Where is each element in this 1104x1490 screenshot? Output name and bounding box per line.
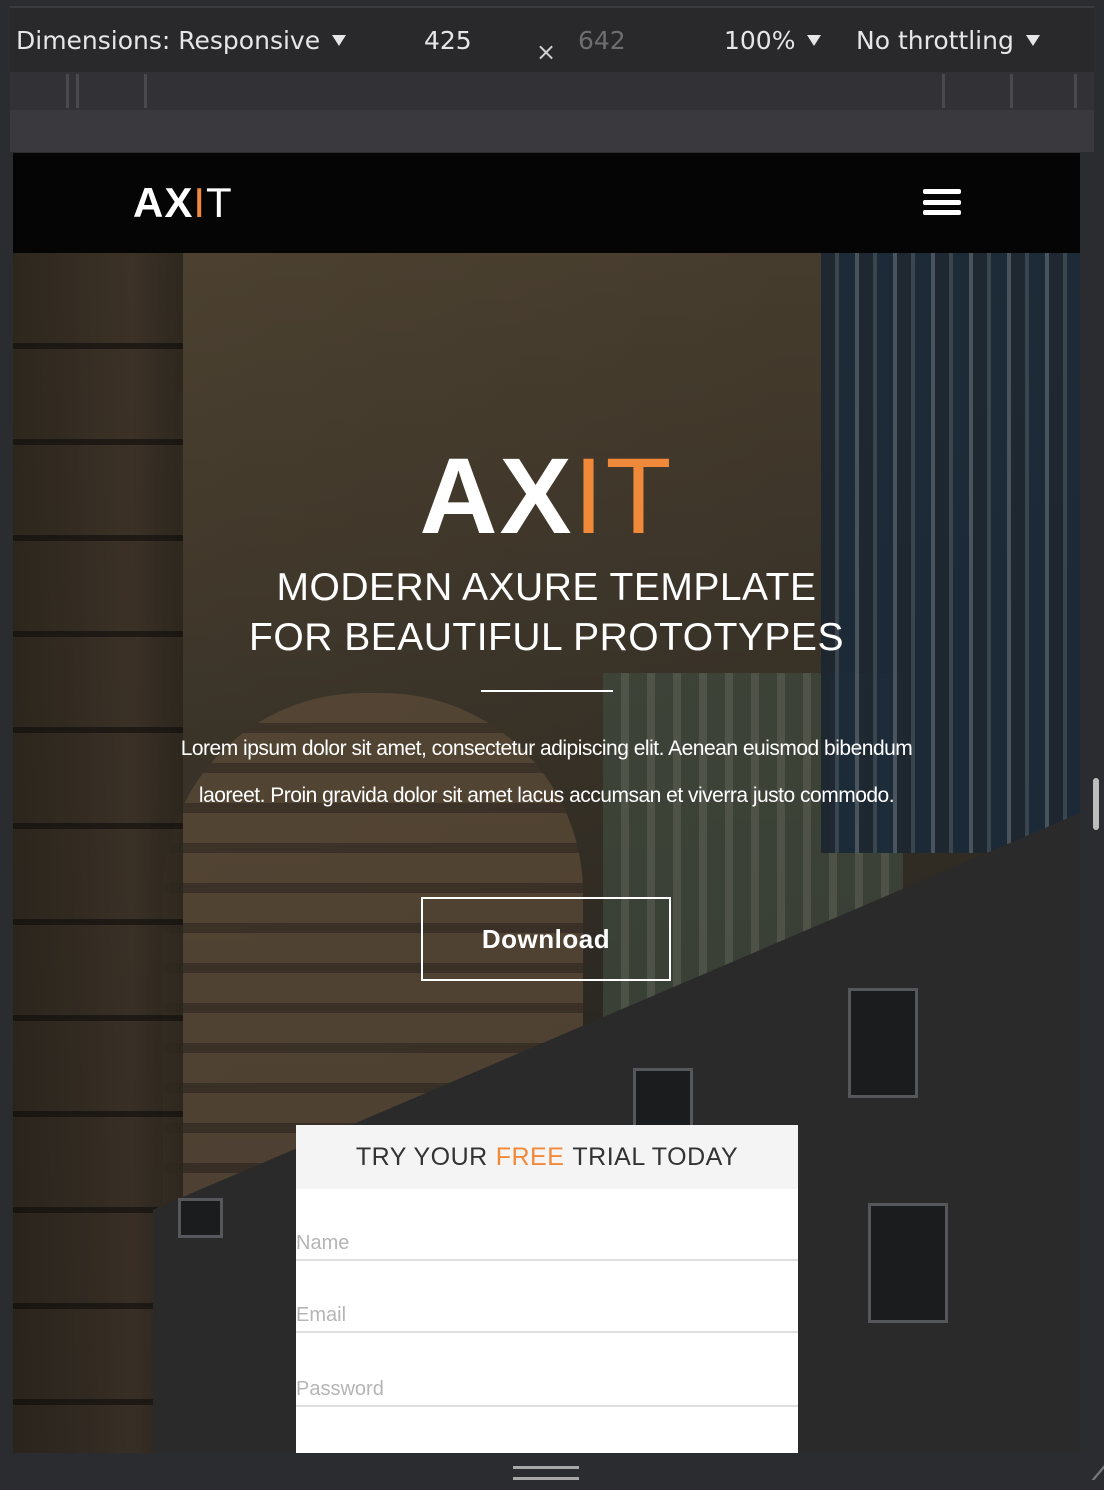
ruler-tick — [1010, 74, 1013, 108]
nav-logo[interactable]: AXIT — [133, 179, 233, 227]
ruler-spacer — [10, 110, 1094, 152]
throttling-dropdown[interactable]: No throttling — [856, 26, 1040, 55]
chevron-down-icon — [1025, 35, 1040, 46]
name-field — [296, 1221, 798, 1261]
nav-logo-ax: AX — [133, 179, 194, 226]
trial-heading-pre: TRY YOUR — [355, 1142, 488, 1171]
hero-title-line1: MODERN AXURE TEMPLATE — [276, 566, 817, 609]
times-icon: × — [536, 38, 557, 66]
nav-logo-t: T — [206, 179, 233, 226]
trial-heading-free: FREE — [495, 1142, 565, 1171]
hero-logo-it: IT — [573, 435, 674, 556]
zoom-dropdown[interactable]: 100% — [724, 26, 822, 55]
ruler-tick — [76, 74, 79, 108]
chevron-down-icon — [332, 35, 347, 46]
dimensions-dropdown[interactable]: Dimensions: Responsive — [16, 26, 347, 55]
hero-title: MODERN AXURE TEMPLATE FOR BEAUTIFUL PROT… — [13, 563, 1080, 663]
name-input[interactable] — [296, 1232, 798, 1255]
ruler-tick — [1074, 74, 1077, 108]
hero-description: Lorem ipsum dolor sit amet, consectetur … — [180, 737, 913, 807]
hamburger-line — [923, 189, 961, 194]
hero-logo: AXIT — [13, 433, 1080, 558]
viewport-scrollbar-thumb[interactable] — [1093, 778, 1099, 830]
password-field — [296, 1367, 798, 1407]
resize-line — [513, 1477, 579, 1480]
password-input[interactable] — [296, 1378, 798, 1401]
hero-divider — [481, 690, 613, 692]
email-field — [296, 1293, 798, 1333]
ruler-tick — [144, 74, 147, 108]
resize-line — [513, 1466, 579, 1469]
chevron-down-icon — [807, 35, 822, 46]
zoom-label: 100% — [724, 26, 796, 55]
width-input[interactable]: 425 — [424, 26, 472, 55]
hamburger-line — [923, 210, 961, 215]
throttling-label: No throttling — [856, 26, 1014, 55]
height-input[interactable]: 642 — [578, 26, 626, 55]
emulated-viewport: AXIT MODERN AXURE TEMPLATE FOR BEAUTIFUL… — [13, 153, 1080, 1453]
trial-heading-post: TRIAL TODAY — [572, 1142, 739, 1171]
free-trial-heading: TRY YOUR FREE TRIAL TODAY — [296, 1125, 798, 1189]
hamburger-line — [923, 199, 961, 205]
download-button[interactable]: Download — [421, 897, 671, 981]
site-navbar: AXIT — [13, 153, 1080, 253]
hero-section: AXIT MODERN AXURE TEMPLATE FOR BEAUTIFUL… — [13, 253, 1080, 1453]
free-trial-form: TRY YOUR FREE TRIAL TODAY — [296, 1125, 798, 1453]
media-query-ruler[interactable] — [10, 72, 1094, 110]
ruler-tick — [66, 74, 69, 108]
hero-logo-ax: AX — [419, 435, 574, 556]
email-input[interactable] — [296, 1304, 798, 1327]
devtools-device-toolbar: Dimensions: Responsive 425 × 642 100% No… — [10, 6, 1094, 72]
nav-logo-i: I — [193, 179, 207, 226]
hero-title-line2: FOR BEAUTIFUL PROTOTYPES — [249, 616, 844, 659]
dimensions-label: Dimensions: Responsive — [16, 26, 321, 55]
hamburger-menu-icon[interactable] — [923, 189, 961, 215]
resize-height-handle-icon[interactable] — [513, 1466, 579, 1480]
ruler-tick — [942, 74, 945, 108]
